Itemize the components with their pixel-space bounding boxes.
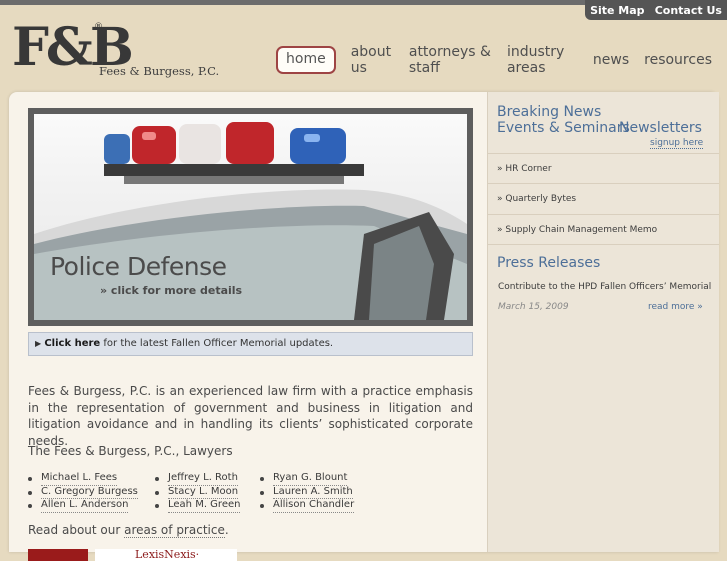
press-releases-heading[interactable]: Press Releases (497, 255, 600, 271)
sidebar: Breaking News Events & Seminars Newslett… (487, 92, 719, 552)
nav-news[interactable]: news (593, 52, 629, 68)
lawyer-link[interactable]: Stacy L. Moon (168, 486, 239, 500)
firm-name: Fees & Burgess, P.C. (99, 64, 220, 78)
areas-of-practice-line: Read about our areas of practice. (28, 523, 229, 538)
logo[interactable]: F&B ® Fees & Burgess, P.C. (12, 22, 219, 82)
lawyers-column-3: Ryan G. Blount Lauren A. Smith Allison C… (260, 472, 355, 514)
notice-text: for the latest Fallen Officer Memorial u… (100, 338, 334, 349)
memorial-notice: ▶ Click here for the latest Fallen Offic… (28, 332, 473, 356)
nav-home[interactable]: home (276, 46, 336, 74)
lawyer-link[interactable]: Leah M. Green (168, 499, 241, 514)
breaking-news-heading[interactable]: Breaking News (497, 104, 601, 120)
bullet-icon (28, 504, 32, 509)
bullet-icon (28, 476, 32, 481)
lawyer-link[interactable]: Allen L. Anderson (41, 499, 129, 514)
lawyer-link[interactable]: Ryan G. Blount (273, 472, 348, 486)
lawyer-link[interactable]: Lauren A. Smith (273, 486, 353, 500)
sidebar-divider (488, 244, 719, 245)
newsletters-heading[interactable]: Newsletters (619, 120, 702, 136)
sidebar-item-quarterly-bytes[interactable]: » Quarterly Bytes (488, 183, 719, 214)
nav-resources[interactable]: resources (644, 52, 712, 68)
sidebar-item-label: » Supply Chain Management Memo (497, 225, 658, 235)
police-car-illustration (34, 122, 467, 320)
sidebar-item-supply-chain[interactable]: » Supply Chain Management Memo (488, 214, 719, 245)
lawyer-link[interactable]: Michael L. Fees (41, 472, 118, 486)
nav-about-us[interactable]: about us (351, 44, 394, 76)
lexisnexis-logo-text: LexisNexis· (135, 548, 200, 561)
association-logo[interactable] (28, 549, 88, 561)
police-defense-banner[interactable]: Police Defense » click for more details (28, 108, 473, 326)
registered-mark: ® (94, 22, 103, 32)
nav-industry-areas[interactable]: industry areas (507, 44, 578, 76)
areas-suffix: . (224, 523, 229, 537)
content-panel: Police Defense » click for more details … (9, 92, 719, 561)
lawyers-column-1: Michael L. Fees C. Gregory Burgess Allen… (28, 472, 138, 514)
bullet-icon (155, 476, 159, 481)
sidebar-item-hr-corner[interactable]: » HR Corner (488, 153, 719, 184)
areas-of-practice-link[interactable]: areas of practice (124, 523, 225, 538)
lawyer-link[interactable]: Allison Chandler (273, 499, 355, 514)
bullet-icon (260, 490, 264, 495)
areas-prefix: Read about our (28, 523, 125, 537)
bullet-icon (155, 504, 159, 509)
bullet-icon (155, 490, 159, 495)
read-more-link[interactable]: read more » (648, 302, 703, 312)
site-map-link[interactable]: Site Map (590, 4, 644, 17)
lawyer-link[interactable]: Jeffrey L. Roth (168, 472, 238, 486)
main-nav: home about us attorneys & staff industry… (276, 44, 727, 76)
intro-paragraph: Fees & Burgess, P.C. is an experienced l… (28, 384, 473, 448)
signup-link[interactable]: signup here (650, 138, 704, 149)
nav-attorneys-staff[interactable]: attorneys & staff (409, 44, 492, 76)
bullet-icon (260, 476, 264, 481)
lawyer-link[interactable]: C. Gregory Burgess (41, 486, 138, 500)
police-car-image: Police Defense » click for more details (34, 114, 467, 320)
press-release-date: March 15, 2009 (498, 302, 569, 312)
utility-nav: Site Map Contact Us (585, 0, 727, 20)
banner-cta-link[interactable]: » click for more details (100, 284, 242, 297)
banner-title: Police Defense (50, 252, 227, 281)
click-here-link[interactable]: Click here (44, 338, 100, 349)
press-release-title[interactable]: Contribute to the HPD Fallen Officers’ M… (498, 282, 711, 292)
contact-us-link[interactable]: Contact Us (655, 4, 722, 17)
bullet-icon (28, 490, 32, 495)
sidebar-item-label: » HR Corner (497, 164, 552, 174)
sidebar-item-label: » Quarterly Bytes (497, 194, 577, 204)
lawyers-heading: The Fees & Burgess, P.C., Lawyers (28, 444, 233, 458)
lawyers-column-2: Jeffrey L. Roth Stacy L. Moon Leah M. Gr… (155, 472, 241, 514)
bullet-icon (260, 504, 264, 509)
lexisnexis-logo[interactable]: LexisNexis· (95, 548, 237, 561)
triangle-right-icon: ▶ (35, 339, 42, 348)
events-seminars-heading[interactable]: Events & Seminars (497, 120, 630, 136)
